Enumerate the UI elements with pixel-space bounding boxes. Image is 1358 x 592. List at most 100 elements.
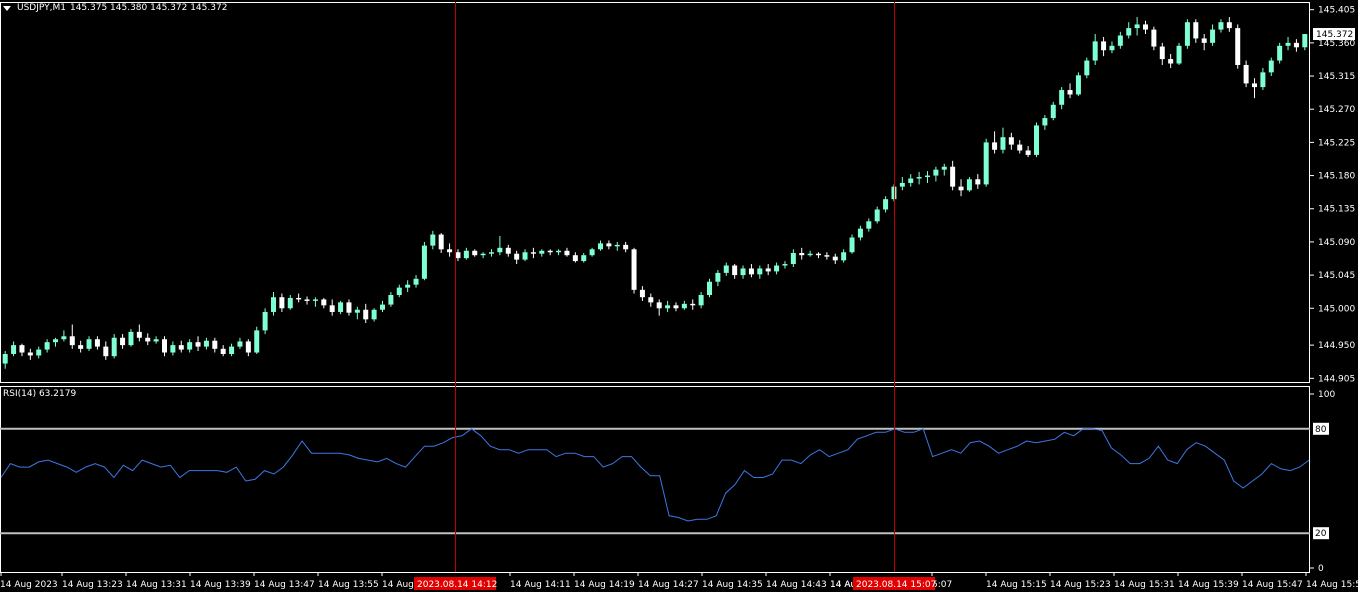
candle-body	[1168, 59, 1174, 64]
candle-body	[11, 345, 17, 354]
candle-body	[1252, 83, 1257, 88]
candle-body	[321, 299, 327, 306]
price-axis: 145.405 145.360 145.315 145.270 145.225 145.1…	[1310, 6, 1355, 384]
candle-body	[950, 166, 956, 187]
candle-body	[304, 299, 310, 301]
price-tick-label: 144.905	[1318, 374, 1355, 384]
time-tick-label: 14 Aug 15:47	[1242, 580, 1303, 590]
candle-body	[1193, 22, 1199, 39]
candle-body	[732, 265, 738, 276]
candle-body	[690, 303, 696, 306]
candle-body	[111, 337, 117, 357]
candle-body	[899, 182, 905, 187]
candle-body	[1201, 38, 1207, 43]
candle-body	[698, 295, 704, 306]
main-pane-border	[0, 2, 1310, 383]
candle-body	[748, 268, 754, 275]
candle-body	[2, 353, 8, 364]
time-tick-label: 14 Aug 14:11	[510, 580, 571, 590]
candle-body	[547, 250, 553, 253]
candle-body	[941, 166, 947, 170]
time-tick-label: 14 Aug 14:43	[766, 580, 827, 590]
symbol-label: USDJPY,M1	[17, 3, 66, 13]
candle-body	[1134, 24, 1140, 29]
candle-body	[639, 289, 645, 298]
candle-body	[1268, 60, 1274, 73]
candle-body	[153, 339, 159, 342]
candle-body	[614, 244, 620, 247]
time-tick-label: 14 Aug 13:47	[254, 580, 315, 590]
candle-body	[556, 250, 562, 253]
candle-body	[120, 337, 126, 346]
candle-body	[1000, 137, 1006, 150]
time-tick-label: 14 Aug 15:31	[1114, 580, 1175, 590]
chart-header: USDJPY,M1 145.375 145.380 145.372 145.37…	[3, 3, 227, 13]
crosshair-time-label: 2023.08.14 15:07	[856, 580, 936, 590]
candle-body	[136, 331, 142, 338]
time-tick-label: 14 Aug 14:35	[702, 580, 763, 590]
candle-body	[447, 249, 453, 253]
candle-body	[329, 305, 335, 312]
candle-body	[187, 342, 193, 350]
candle-body	[78, 345, 84, 349]
time-tick-label: 14 Aug 13:55	[318, 580, 379, 590]
candle-body	[1101, 41, 1107, 51]
candle-body	[472, 250, 478, 256]
candle-body	[757, 268, 763, 275]
candle-body	[1084, 60, 1090, 76]
candle-body	[212, 340, 218, 349]
candle-body	[505, 247, 511, 254]
candle-body	[992, 142, 998, 150]
candle-body	[1126, 28, 1132, 36]
price-tick-label: 145.315	[1318, 72, 1355, 82]
rsi-series	[0, 427, 1310, 535]
candle-body	[1143, 24, 1148, 30]
candle-body	[421, 245, 427, 279]
candle-body	[44, 342, 50, 350]
candle-body	[816, 253, 821, 256]
candle-body	[925, 175, 930, 178]
candle-body	[1075, 75, 1081, 95]
candle-body	[170, 345, 176, 353]
time-tick-label: 14 Aug 13:39	[190, 580, 251, 590]
candle-body	[86, 339, 92, 349]
candle-body	[254, 330, 260, 353]
candle-body	[1226, 22, 1232, 29]
candle-body	[312, 299, 318, 301]
candle-body	[178, 345, 184, 350]
candle-body	[128, 331, 134, 346]
candle-body	[983, 142, 989, 185]
candle-body	[723, 265, 729, 273]
candle-body	[388, 295, 394, 305]
candle-body	[69, 336, 75, 346]
candle-body	[463, 250, 469, 259]
price-tick-label: 145.045	[1318, 271, 1355, 281]
candle-body	[346, 302, 352, 313]
menu-triangle-icon[interactable]	[3, 5, 11, 11]
candle-body	[430, 234, 436, 246]
candle-body	[1293, 42, 1299, 48]
candle-body	[103, 346, 109, 357]
rsi-tick-label: 0	[1318, 564, 1324, 574]
candle-body	[1008, 137, 1014, 145]
candle-body	[489, 252, 494, 254]
candle-body	[380, 304, 385, 310]
rsi-pane-border	[0, 386, 1310, 573]
candle-body	[656, 302, 662, 309]
trading-chart[interactable]: 145.405 145.360 145.315 145.270 145.225 145.1…	[0, 0, 1358, 592]
price-tick-label: 145.000	[1318, 304, 1355, 314]
candle-body	[673, 305, 679, 309]
candle-body	[413, 278, 419, 285]
rsi-level-tag-label: 80	[1315, 425, 1327, 435]
candle-body	[94, 339, 100, 347]
candle-body	[681, 303, 687, 309]
candle-body	[262, 311, 268, 331]
price-tick-label: 145.135	[1318, 205, 1355, 215]
candle-body	[1176, 45, 1182, 64]
candle-body	[203, 340, 209, 347]
candle-body	[1117, 35, 1123, 46]
candle-body	[438, 234, 444, 250]
price-tick-label: 145.270	[1318, 105, 1355, 115]
time-tick-label: 14 Aug	[382, 580, 414, 590]
ohlc-values: 145.375 145.380 145.372 145.372	[69, 3, 228, 13]
